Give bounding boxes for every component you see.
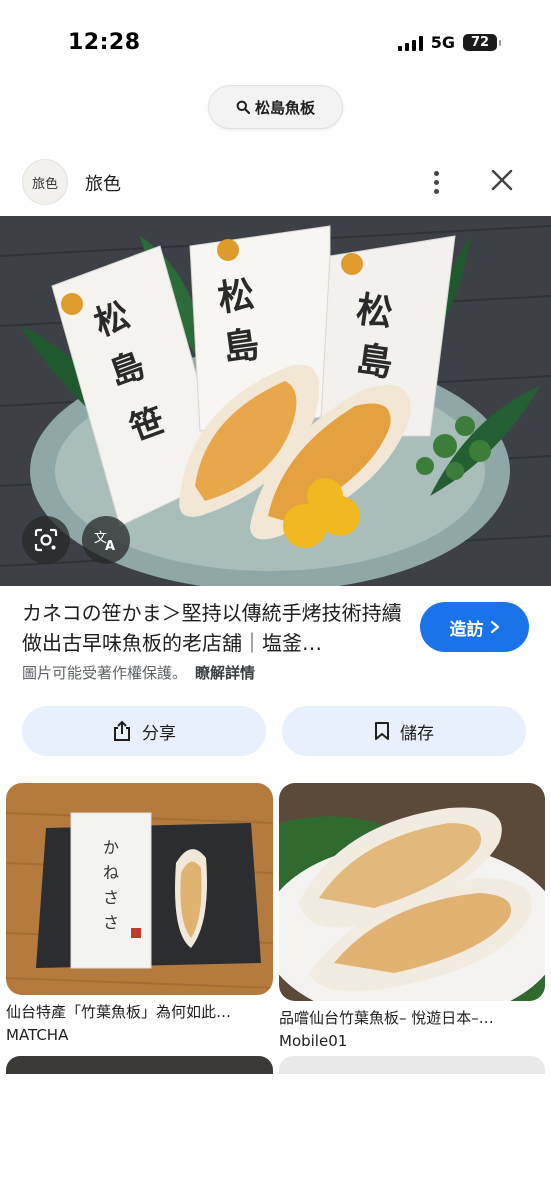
svg-text:松: 松: [354, 288, 396, 335]
related-card-partial[interactable]: [6, 1056, 273, 1076]
close-button[interactable]: [486, 164, 518, 196]
share-icon: [114, 720, 130, 741]
search-icon: [236, 100, 250, 114]
more-options-button[interactable]: [422, 166, 450, 198]
related-card-partial[interactable]: [279, 1056, 545, 1076]
svg-text:さ: さ: [103, 913, 119, 932]
learn-more-link[interactable]: 瞭解詳情: [195, 664, 255, 682]
network-type: 5G: [430, 33, 455, 52]
svg-text:か: か: [103, 838, 119, 857]
battery-level: 72: [463, 34, 497, 51]
status-time: 12:28: [68, 30, 141, 55]
svg-text:松: 松: [215, 273, 257, 320]
related-title[interactable]: 仙台特產「竹葉魚板」為何如此…: [6, 1001, 273, 1022]
copyright-text: 圖片可能受著作權保護。: [22, 664, 188, 682]
related-image[interactable]: か ね さ さ: [6, 783, 273, 995]
source-header: 旅色 旅色: [0, 150, 551, 216]
svg-text:A: A: [105, 539, 115, 553]
translate-button[interactable]: 文 A: [82, 516, 130, 564]
svg-text:ね: ね: [103, 863, 119, 882]
status-indicators: 5G 72: [397, 33, 501, 52]
related-title[interactable]: 品嚐仙台竹葉魚板– 悅遊日本–…: [279, 1007, 545, 1028]
svg-text:さ: さ: [103, 888, 119, 907]
visit-button[interactable]: 造訪: [420, 602, 529, 652]
bottom-area: [0, 1074, 551, 1200]
signal-icon: [397, 35, 423, 51]
related-source: MATCHA: [6, 1026, 69, 1044]
translate-icon: 文 A: [94, 531, 115, 553]
svg-text:島: 島: [354, 338, 396, 385]
save-label: 儲存: [400, 723, 434, 744]
battery-icon: 72: [463, 34, 501, 51]
related-image[interactable]: [279, 783, 545, 1001]
chevron-right-icon: [490, 620, 499, 634]
lens-icon: [34, 528, 58, 552]
share-button[interactable]: 分享: [22, 706, 266, 756]
share-label: 分享: [142, 723, 176, 744]
bookmark-icon: [375, 722, 389, 740]
status-bar: 12:28 5G 72: [0, 0, 551, 80]
search-query-text: 松島魚板: [254, 98, 315, 117]
svg-text:島: 島: [220, 323, 262, 370]
result-title[interactable]: カネコの笹かま＞堅持以傳統手烤技術持續做出古早味魚板的老店舖｜塩釜…: [22, 598, 407, 658]
save-button[interactable]: 儲存: [282, 706, 526, 756]
copyright-note: 圖片可能受著作權保護。 瞭解詳情: [22, 662, 255, 683]
search-query-pill[interactable]: 松島魚板: [208, 85, 343, 129]
source-logo[interactable]: 旅色: [22, 159, 68, 205]
visit-label: 造訪: [449, 619, 484, 640]
close-icon: [491, 169, 513, 191]
related-card[interactable]: 品嚐仙台竹葉魚板– 悅遊日本–… Mobile01: [279, 783, 545, 1050]
related-card[interactable]: か ね さ さ 仙台特產「竹葉魚板」為何如此… MATCHA: [6, 783, 273, 1044]
lens-button[interactable]: [22, 516, 70, 564]
source-name[interactable]: 旅色: [85, 170, 121, 196]
main-result-image[interactable]: 松 島 笹 松 島 松 島 文 A: [0, 216, 551, 586]
related-source: Mobile01: [279, 1032, 348, 1050]
